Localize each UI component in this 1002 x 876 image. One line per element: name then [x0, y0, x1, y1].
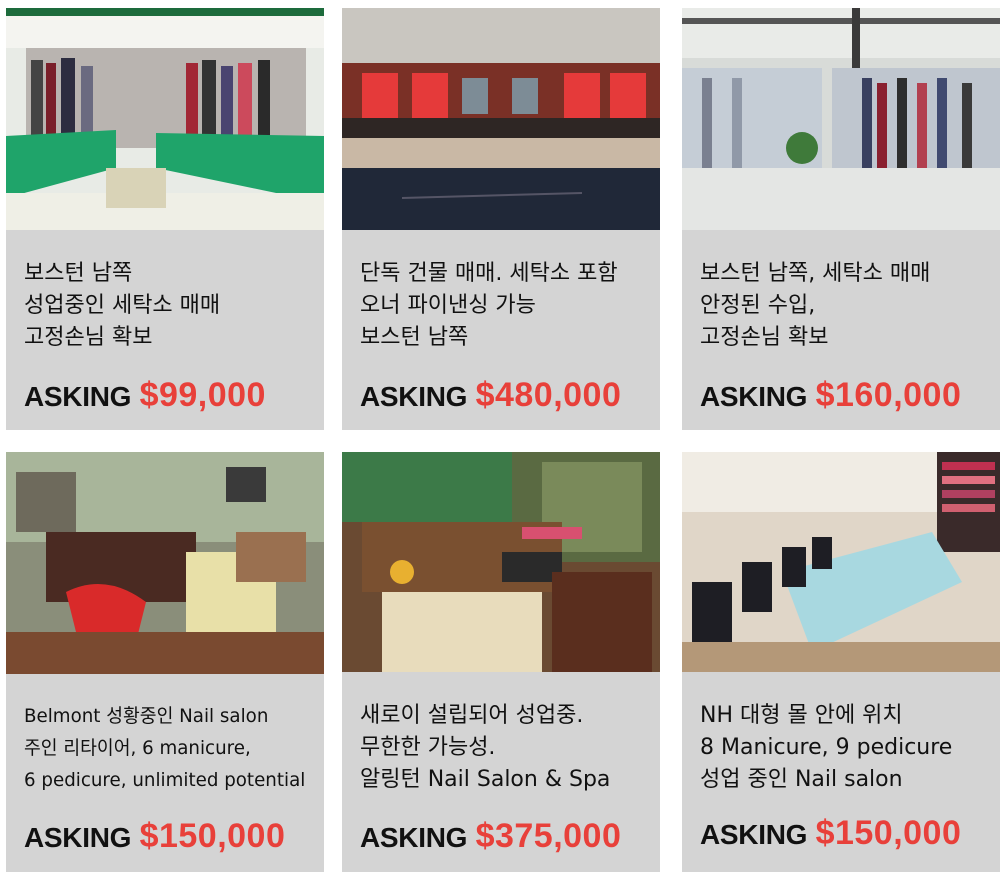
- description-line: NH 대형 몰 안에 위치: [700, 703, 903, 728]
- description-line: 오너 파이낸싱 가능: [360, 293, 536, 318]
- description-line: 8 Manicure, 9 pedicure: [700, 735, 953, 760]
- listing-description: 보스턴 남쪽, 세탁소 매매 안정된 수입, 고정손님 확보: [700, 258, 992, 354]
- asking-price: ASKING $150,000: [700, 814, 961, 853]
- asking-price: ASKING $375,000: [360, 817, 621, 856]
- description-line: 주인 리타이어, 6 manicure,: [24, 737, 251, 759]
- description-line: 새로이 설립되어 성업중.: [360, 703, 584, 728]
- price-value: $99,000: [139, 376, 266, 414]
- nail-salon-belmont-image: [6, 452, 324, 674]
- listing-card-4[interactable]: Belmont 성황중인 Nail salon 주인 리타이어, 6 manic…: [6, 452, 324, 872]
- asking-price: ASKING $150,000: [24, 817, 285, 856]
- listing-description: 보스턴 남쪽 성업중인 세탁소 매매 고정손님 확보: [24, 258, 316, 354]
- description-line: 6 pedicure, unlimited potential: [24, 769, 306, 791]
- listing-description: NH 대형 몰 안에 위치 8 Manicure, 9 pedicure 성업 …: [700, 700, 992, 796]
- price-value: $150,000: [139, 817, 286, 855]
- description-line: 보스턴 남쪽: [24, 261, 133, 286]
- asking-label: ASKING: [700, 819, 808, 850]
- laundry-clothes-rack-image: [682, 8, 1000, 230]
- listing-description: 새로이 설립되어 성업중. 무한한 가능성. 알링턴 Nail Salon & …: [360, 700, 652, 796]
- asking-label: ASKING: [24, 381, 132, 412]
- listing-card-2[interactable]: 단독 건물 매매. 세탁소 포함 오너 파이낸싱 가능 보스턴 남쪽 ASKIN…: [342, 8, 660, 430]
- storefront-building-image: [342, 8, 660, 230]
- dry-cleaner-interior-image: [6, 8, 324, 230]
- description-line: 무한한 가능성.: [360, 735, 496, 760]
- asking-price: ASKING $160,000: [700, 376, 961, 415]
- description-line: 보스턴 남쪽, 세탁소 매매: [700, 261, 931, 286]
- asking-price: ASKING $480,000: [360, 376, 621, 415]
- price-value: $480,000: [475, 376, 622, 414]
- asking-label: ASKING: [24, 822, 132, 853]
- description-line: 성업 중인 Nail salon: [700, 767, 903, 792]
- asking-price: ASKING $99,000: [24, 376, 266, 415]
- listing-card-1[interactable]: 보스턴 남쪽 성업중인 세탁소 매매 고정손님 확보 ASKING $99,00…: [6, 8, 324, 430]
- listing-description: 단독 건물 매매. 세탁소 포함 오너 파이낸싱 가능 보스턴 남쪽: [360, 258, 652, 354]
- listing-card-5[interactable]: 새로이 설립되어 성업중. 무한한 가능성. 알링턴 Nail Salon & …: [342, 452, 660, 872]
- description-line: 단독 건물 매매. 세탁소 포함: [360, 261, 618, 286]
- description-line: 안정된 수입,: [700, 293, 816, 318]
- description-line: 고정손님 확보: [24, 325, 153, 350]
- description-line: 보스턴 남쪽: [360, 325, 469, 350]
- asking-label: ASKING: [360, 381, 468, 412]
- price-value: $375,000: [475, 817, 622, 855]
- listing-description: Belmont 성황중인 Nail salon 주인 리타이어, 6 manic…: [24, 700, 306, 796]
- price-value: $160,000: [815, 376, 962, 414]
- nail-salon-mall-image: [682, 452, 1000, 672]
- listing-card-6[interactable]: NH 대형 몰 안에 위치 8 Manicure, 9 pedicure 성업 …: [682, 452, 1000, 872]
- nail-salon-arlington-image: [342, 452, 660, 672]
- asking-label: ASKING: [700, 381, 808, 412]
- description-line: 성업중인 세탁소 매매: [24, 293, 221, 318]
- price-value: $150,000: [815, 814, 962, 852]
- listing-card-3[interactable]: 보스턴 남쪽, 세탁소 매매 안정된 수입, 고정손님 확보 ASKING $1…: [682, 8, 1000, 430]
- description-line: 알링턴 Nail Salon & Spa: [360, 767, 611, 792]
- description-line: Belmont 성황중인 Nail salon: [24, 705, 269, 727]
- asking-label: ASKING: [360, 822, 468, 853]
- description-line: 고정손님 확보: [700, 325, 829, 350]
